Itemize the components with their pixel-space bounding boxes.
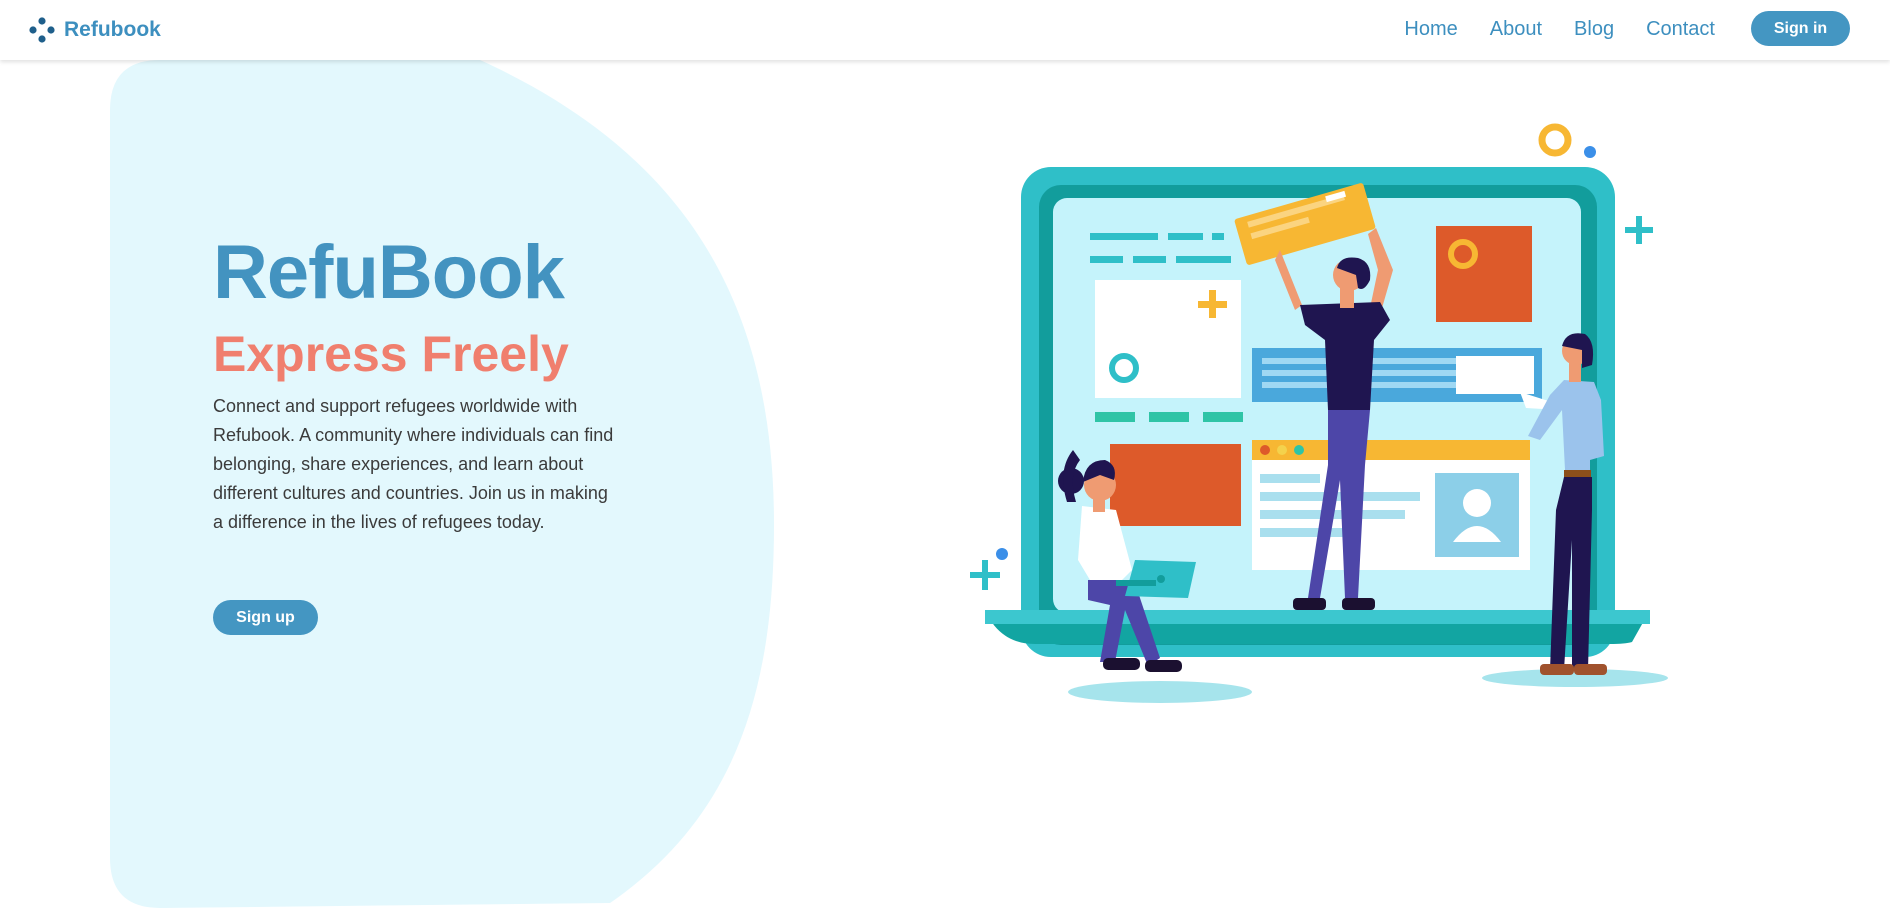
nav-link-blog[interactable]: Blog [1574, 12, 1614, 46]
top-navbar: Refubook Home About Blog Contact Sign in [0, 0, 1890, 60]
nav-link-contact[interactable]: Contact [1646, 12, 1715, 46]
people-building-website-illustration [970, 123, 1668, 703]
hero-description: Connect and support refugees worldwide w… [213, 396, 614, 532]
sign-up-button[interactable]: Sign up [213, 600, 318, 635]
hero-subtitle: Express Freely [213, 326, 569, 382]
ground-shadow-left [1068, 681, 1252, 703]
nav-links: Home About Blog Contact Sign in [1404, 11, 1850, 46]
plus-icon-left [970, 560, 1000, 590]
brand-name: Refubook [64, 18, 161, 41]
dots-logo-icon [29, 17, 55, 43]
sign-in-button[interactable]: Sign in [1751, 11, 1850, 46]
brand-link[interactable]: Refubook [28, 16, 161, 44]
hero-title: RefuBook [213, 230, 565, 315]
plus-icon [1625, 216, 1653, 244]
nav-link-home[interactable]: Home [1404, 12, 1457, 46]
nav-link-about[interactable]: About [1490, 12, 1542, 46]
